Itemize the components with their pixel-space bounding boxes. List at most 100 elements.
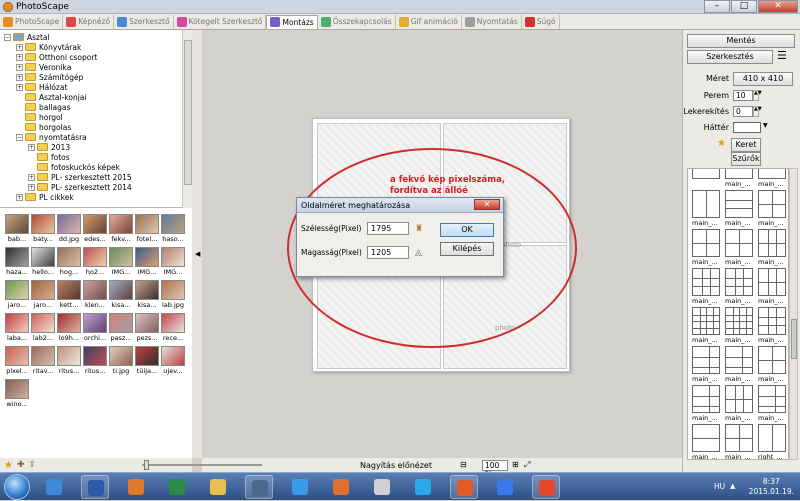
tray-arrows-icon[interactable]: ▲: [730, 482, 735, 490]
window-icon[interactable]: [245, 475, 273, 499]
zoom-slider-thumb[interactable]: [144, 460, 149, 470]
thumbnail[interactable]: baty...: [30, 214, 56, 244]
width-input[interactable]: 1795: [367, 222, 409, 235]
thumbnail[interactable]: lab2...: [30, 313, 56, 343]
expand-toggle-icon[interactable]: −: [4, 33, 11, 41]
thumbnail[interactable]: lo9h...: [56, 313, 82, 343]
layout-template[interactable]: [692, 346, 720, 374]
tree-item[interactable]: fotoskuckós képek: [28, 162, 120, 172]
collapse-arrow-icon[interactable]: ◀: [195, 250, 200, 258]
layout-template[interactable]: [758, 169, 786, 179]
round-spinner[interactable]: ▲▼: [753, 106, 762, 117]
expand-toggle-icon[interactable]: +: [16, 73, 23, 81]
ok-button[interactable]: OK: [440, 223, 494, 237]
thumbnail[interactable]: ti.jpg: [108, 346, 134, 376]
thumbnail[interactable]: edes...: [82, 214, 108, 244]
thumbnail[interactable]: ritus...: [56, 346, 82, 376]
tree-item[interactable]: fotos: [28, 152, 70, 162]
firefox-icon[interactable]: [122, 475, 150, 499]
clock[interactable]: 8:37 2015.01.19.: [749, 477, 794, 497]
tree-item[interactable]: + PL cikkek: [16, 192, 74, 202]
tree-item[interactable]: +2013: [28, 142, 70, 152]
thumbnail[interactable]: wino...: [4, 379, 30, 409]
layout-template[interactable]: [758, 268, 786, 296]
thumbnail[interactable]: haso...: [160, 214, 186, 244]
thumbnail[interactable]: lab.jpg: [160, 280, 186, 310]
minimize-button[interactable]: –: [704, 0, 730, 13]
layout-template[interactable]: [758, 424, 786, 452]
thumbnail[interactable]: hog...: [56, 247, 82, 277]
word-icon[interactable]: [81, 475, 109, 499]
zoom-slider[interactable]: [142, 464, 262, 466]
thumbnail[interactable]: dd.jpg: [56, 214, 82, 244]
layout-template[interactable]: [725, 346, 753, 374]
ie-icon[interactable]: [40, 475, 68, 499]
thumbnail[interactable]: tüija...: [134, 346, 160, 376]
thumbnail[interactable]: ujev...: [160, 346, 186, 376]
media-icon[interactable]: [327, 475, 355, 499]
layout-template[interactable]: [725, 190, 753, 218]
tree-scroll-thumb[interactable]: [184, 40, 192, 185]
layout-template[interactable]: [758, 385, 786, 413]
thumbnail[interactable]: jaro...: [4, 280, 30, 310]
office-icon[interactable]: [450, 475, 478, 499]
excel-icon[interactable]: [163, 475, 191, 499]
tab-3[interactable]: Kötegelt Szerkesztő: [174, 14, 267, 29]
layout-template[interactable]: [725, 307, 753, 335]
thumbnail[interactable]: bab...: [4, 214, 30, 244]
thumbnail[interactable]: jaro...: [30, 280, 56, 310]
language-indicator[interactable]: HU: [714, 482, 725, 491]
expand-toggle-icon[interactable]: +: [16, 53, 23, 61]
layout-scrollbar[interactable]: [789, 168, 798, 460]
layout-template[interactable]: [725, 169, 753, 179]
tab-8[interactable]: Súgó: [522, 14, 560, 29]
cancel-button[interactable]: Kilépés: [440, 242, 494, 256]
thumbnail[interactable]: fotel...: [134, 214, 160, 244]
tree-item[interactable]: + PL- szerkesztett 2014: [28, 182, 132, 192]
star-icon[interactable]: ★: [4, 460, 13, 471]
layout-template[interactable]: [692, 190, 720, 218]
expand-toggle-icon[interactable]: +: [16, 63, 23, 71]
thumbnail[interactable]: klen...: [82, 280, 108, 310]
thumbnail[interactable]: hello...: [30, 247, 56, 277]
thumbnail[interactable]: ritav...: [30, 346, 56, 376]
explorer-icon[interactable]: [204, 475, 232, 499]
thumbnail[interactable]: kett...: [56, 280, 82, 310]
thumbnail[interactable]: laba...: [4, 313, 30, 343]
height-input[interactable]: 1205: [367, 246, 409, 259]
edit-button[interactable]: Szerkesztés: [687, 50, 773, 64]
thumbnail[interactable]: IMG...: [108, 247, 134, 277]
photoscape-icon[interactable]: [532, 475, 560, 499]
tree-item[interactable]: + PL- szerkesztett 2015: [28, 172, 132, 182]
expand-toggle-icon[interactable]: +: [16, 193, 23, 201]
pane-splitter[interactable]: ◀: [192, 30, 202, 458]
swap-icon[interactable]: ♜: [415, 224, 425, 234]
tab-5[interactable]: Összekapcsolás: [318, 14, 396, 29]
expand-toggle-icon[interactable]: +: [16, 43, 23, 51]
layout-template[interactable]: [758, 346, 786, 374]
rotate-icon[interactable]: ◬: [415, 248, 425, 258]
frame-button[interactable]: Keret: [731, 138, 761, 152]
thumbnail[interactable]: pezs...: [134, 313, 160, 343]
expand-icon[interactable]: ⤢: [524, 460, 530, 470]
tree-item[interactable]: + Könyvtárak: [16, 42, 81, 52]
expand-toggle-icon[interactable]: +: [28, 183, 35, 191]
skype-icon[interactable]: [409, 475, 437, 499]
expand-toggle-icon[interactable]: +: [16, 83, 23, 91]
start-button[interactable]: [4, 474, 30, 500]
expand-toggle-icon[interactable]: −: [16, 133, 23, 141]
layout-template[interactable]: [692, 169, 720, 179]
tree-item[interactable]: horgolas: [16, 122, 71, 132]
thumbnail[interactable]: pasz...: [108, 313, 134, 343]
background-color-picker[interactable]: [733, 122, 761, 133]
thumbnail[interactable]: rece...: [160, 313, 186, 343]
add-folder-icon[interactable]: ✚: [17, 460, 25, 470]
tab-0[interactable]: PhotoScape: [0, 14, 64, 29]
butterfly-icon[interactable]: [491, 475, 519, 499]
expand-toggle-icon[interactable]: +: [28, 143, 35, 151]
background-dropdown-icon[interactable]: ▼: [763, 122, 768, 129]
ie-icon[interactable]: [286, 475, 314, 499]
tree-item[interactable]: + Számítógép: [16, 72, 83, 82]
layout-template[interactable]: [692, 424, 720, 452]
layout-scroll-thumb[interactable]: [791, 319, 797, 359]
